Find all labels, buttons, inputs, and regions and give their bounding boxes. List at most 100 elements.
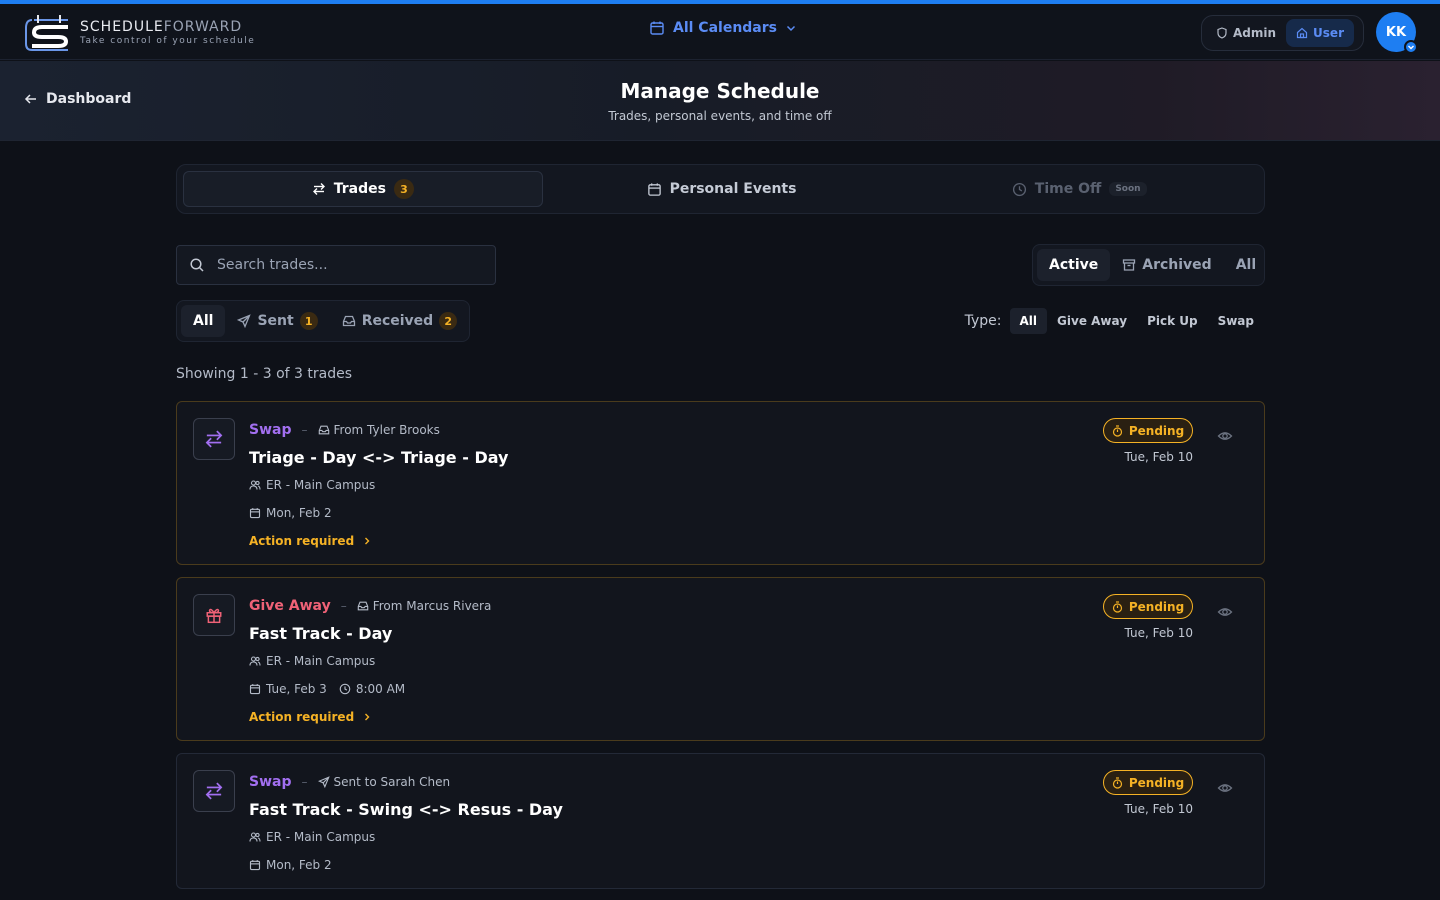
tab-time-off: Time Off Soon: [900, 171, 1258, 207]
type-filter-label: Type:: [964, 313, 1002, 329]
chevron-down-icon: [1408, 45, 1414, 50]
status-date: Tue, Feb 10: [1124, 626, 1193, 640]
direction-all-option[interactable]: All: [181, 305, 226, 337]
eye-icon[interactable]: [1217, 428, 1233, 444]
status-date: Tue, Feb 10: [1124, 450, 1193, 464]
separator: –: [340, 599, 347, 613]
trade-party: Sent to Sarah Chen: [317, 775, 451, 789]
trade-type-badge: [193, 418, 235, 460]
calendar-selector[interactable]: All Calendars: [649, 20, 797, 36]
search-field[interactable]: [176, 245, 496, 285]
trade-party-label: Sent to Sarah Chen: [333, 775, 451, 789]
user-avatar[interactable]: KK: [1376, 12, 1418, 54]
separator: –: [301, 423, 308, 437]
trade-type-badge: [193, 770, 235, 812]
calendar-selector-label: All Calendars: [673, 20, 777, 36]
trade-date-label: Mon, Feb 2: [266, 858, 332, 872]
direction-sent-option[interactable]: Sent 1: [225, 305, 329, 337]
page-title: Manage Schedule: [620, 79, 820, 103]
calendar-icon: [249, 508, 261, 519]
tab-personal-events-label: Personal Events: [669, 181, 797, 197]
trade-party-label: From Tyler Brooks: [333, 423, 440, 437]
trade-shift-title: Fast Track - Day: [249, 624, 393, 643]
trade-party-label: From Marcus Rivera: [372, 599, 492, 613]
eye-icon[interactable]: [1217, 604, 1233, 620]
swap-arrows-icon: [205, 430, 223, 448]
trade-card[interactable]: Swap – Sent to Sarah Chen Fast Track - S…: [176, 753, 1265, 889]
trade-time-label: 8:00 AM: [355, 682, 406, 696]
type-swap-option[interactable]: Swap: [1208, 308, 1264, 334]
tab-time-off-label: Time Off: [1034, 181, 1102, 197]
type-pick-up-option[interactable]: Pick Up: [1137, 308, 1208, 334]
inbox-icon: [318, 425, 329, 435]
trade-date-row: Mon, Feb 2: [249, 506, 332, 520]
logo-name: SCHEDULEFORWARD: [80, 19, 243, 35]
action-required-link[interactable]: Action required: [249, 534, 372, 548]
trade-card[interactable]: Give Away – From Marcus Rivera Fast Trac…: [176, 577, 1265, 741]
action-required-link[interactable]: Action required: [249, 710, 372, 724]
results-count: Showing 1 - 3 of 3 trades: [176, 366, 353, 382]
calendar-icon: [650, 21, 664, 35]
direction-filter: All Sent 1 Received 2: [176, 300, 470, 342]
inbox-icon: [342, 315, 355, 327]
status-all-option[interactable]: All: [1224, 249, 1268, 281]
trade-location-label: ER - Main Campus: [266, 478, 376, 492]
tab-trades-count: 3: [393, 179, 414, 199]
trade-date-row: Tue, Feb 3 8:00 AM: [249, 682, 417, 696]
trade-location-label: ER - Main Campus: [266, 830, 376, 844]
app-logo[interactable]: SCHEDULEFORWARD Take control of your sch…: [24, 14, 255, 52]
archive-icon: [1123, 259, 1136, 271]
trade-date-label: Tue, Feb 3: [266, 682, 327, 696]
tab-trades[interactable]: Trades 3: [183, 171, 543, 207]
status-archived-option[interactable]: Archived: [1110, 249, 1223, 281]
trade-location-label: ER - Main Campus: [266, 654, 376, 668]
calendar-icon: [249, 684, 261, 695]
swap-arrows-icon: [205, 782, 223, 800]
role-switch: Admin User: [1201, 15, 1364, 51]
users-icon: [249, 656, 261, 666]
type-give-away-option[interactable]: Give Away: [1047, 308, 1137, 334]
trade-time: 8:00 AM: [339, 682, 405, 696]
chevron-right-icon: [365, 537, 370, 545]
trade-location: ER - Main Campus: [249, 654, 375, 668]
received-count-badge: 2: [439, 312, 458, 330]
sent-count-badge: 1: [299, 312, 318, 330]
type-filter: Type: All Give Away Pick Up Swap: [965, 308, 1264, 334]
trade-location: ER - Main Campus: [249, 830, 375, 844]
clock-icon: [1012, 182, 1026, 196]
trade-shift-title: Fast Track - Swing <-> Resus - Day: [249, 800, 563, 819]
status-badge: Pending: [1103, 770, 1193, 795]
tab-personal-events[interactable]: Personal Events: [543, 171, 901, 207]
chevron-right-icon: [365, 713, 370, 721]
status-active-option[interactable]: Active: [1037, 249, 1111, 281]
search-input[interactable]: [217, 257, 477, 273]
trade-card[interactable]: Swap – From Tyler Brooks Triage - Day <-…: [176, 401, 1265, 565]
soon-badge: Soon: [1109, 182, 1147, 196]
users-icon: [249, 480, 261, 490]
inbox-icon: [357, 601, 368, 611]
status-date: Tue, Feb 10: [1124, 802, 1193, 816]
home-icon: [1296, 27, 1308, 39]
direction-received-option[interactable]: Received 2: [330, 305, 470, 337]
calendar-icon: [249, 860, 261, 871]
role-admin-button[interactable]: Admin: [1206, 19, 1286, 47]
action-required-label: Action required: [249, 534, 355, 548]
role-user-button[interactable]: User: [1286, 19, 1354, 47]
chevron-down-icon: [786, 25, 796, 32]
type-all-option[interactable]: All: [1009, 308, 1048, 334]
eye-icon[interactable]: [1217, 780, 1233, 796]
shield-icon: [1217, 27, 1227, 39]
trade-date: Tue, Feb 3: [249, 682, 327, 696]
trade-date-row: Mon, Feb 2: [249, 858, 332, 872]
calendar-icon: [647, 182, 661, 196]
trade-type-label: Give Away: [249, 598, 331, 614]
section-tabs: Trades 3 Personal Events Time Off Soon: [176, 164, 1265, 214]
trade-party: From Marcus Rivera: [357, 599, 492, 613]
timer-icon: [1112, 600, 1122, 613]
page-subtitle: Trades, personal events, and time off: [608, 109, 832, 123]
status-badge: Pending: [1103, 594, 1193, 619]
users-icon: [249, 832, 261, 842]
status-badge-label: Pending: [1128, 775, 1185, 790]
avatar-initials: KK: [1385, 24, 1407, 40]
trade-date-label: Mon, Feb 2: [266, 506, 332, 520]
